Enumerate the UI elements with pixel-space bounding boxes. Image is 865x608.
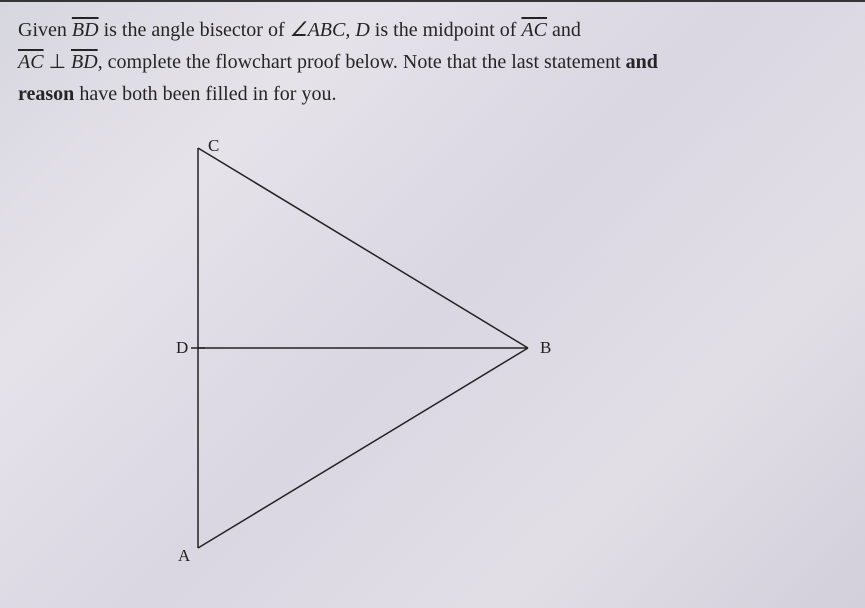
segment-bd2: BD [71, 51, 98, 73]
segment-ac: AC [521, 19, 547, 41]
point-d: D [355, 19, 369, 41]
text-midpoint: is the midpoint of [370, 19, 522, 41]
text-bold-reason: reason [18, 83, 74, 105]
angle-abc: ABC [308, 19, 346, 41]
label-b: B [540, 338, 551, 358]
text-isbisector: is the angle bisector of [99, 19, 290, 41]
segment-ac2: AC [18, 51, 44, 73]
label-c: C [208, 136, 219, 156]
triangle-svg [128, 138, 608, 578]
line-cb [198, 148, 528, 348]
segment-bd: BD [72, 19, 99, 41]
label-d: D [176, 338, 188, 358]
text-complete: , complete the flowchart proof below. No… [98, 51, 626, 73]
text-given: Given [18, 19, 72, 41]
line-ab [198, 348, 528, 548]
angle-symbol: ∠ [290, 19, 308, 41]
text-comma: , [345, 19, 355, 41]
label-a: A [178, 546, 190, 566]
text-filled: have both been filled in for you. [74, 83, 336, 105]
text-and: and [547, 19, 581, 41]
content-area: Given BD is the angle bisector of ∠ABC, … [0, 2, 865, 590]
perpendicular-symbol: ⊥ [44, 51, 71, 73]
problem-statement: Given BD is the angle bisector of ∠ABC , … [18, 14, 847, 110]
geometry-figure: C D B A [128, 138, 608, 578]
text-bold-and: and [626, 51, 658, 73]
